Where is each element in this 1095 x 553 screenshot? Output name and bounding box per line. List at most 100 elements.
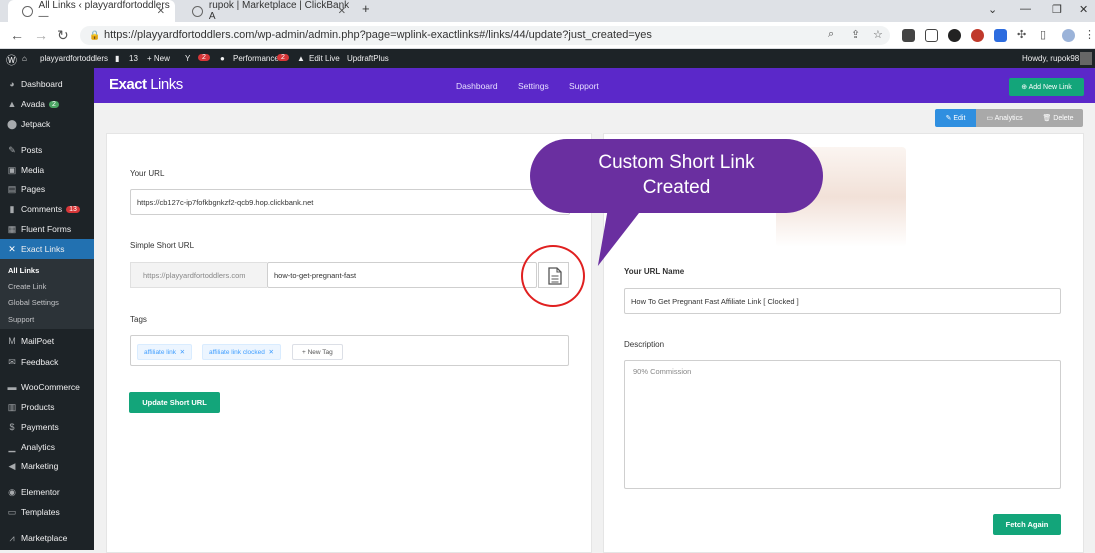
update-short-url-button[interactable]: Update Short URL [129,392,220,413]
sidebar-item-payments[interactable]: $ Payments [0,417,94,437]
submenu-create-link[interactable]: Create Link [8,282,46,291]
extension-icon[interactable] [994,29,1007,42]
submenu-all-links[interactable]: All Links [8,266,39,275]
zoom-icon[interactable]: ⌕ [828,28,834,41]
url-name-input[interactable]: How To Get Pregnant Fast Affiliate Link … [624,288,1061,314]
add-new-link-button[interactable]: ⊕ Add New Link [1009,78,1084,96]
logo-bold-text: Exact [109,76,147,93]
performance-badge: 2 [277,54,289,61]
back-icon[interactable]: ← [10,27,24,43]
comments-count[interactable]: 13 [129,54,138,63]
sidebar-item-analytics[interactable]: ▁ Analytics [0,437,94,457]
tag-chip[interactable]: affiliate link ✕ [137,344,193,360]
tag-remove-icon[interactable]: ✕ [269,348,274,356]
bookmark-star-icon[interactable]: ☆ [873,28,883,41]
sidebar-item-marketplace[interactable]: ⩘ Marketplace [0,528,94,548]
profile-avatar-icon[interactable] [1062,29,1075,42]
user-avatar[interactable] [1080,52,1092,65]
sidebar-item-pages[interactable]: ▤ Pages [0,179,94,199]
extension-icon[interactable] [925,29,938,42]
exact-links-logo[interactable]: Exact Links [109,76,183,93]
reload-icon[interactable]: ↻ [57,27,69,44]
edit-live-link[interactable]: Edit Live [309,54,340,63]
extension-icon[interactable] [948,29,961,42]
extension-icon[interactable] [902,29,915,42]
edit-button[interactable]: ✎ Edit [935,109,976,127]
sidebar-item-label: Templates [21,507,60,517]
new-content-link[interactable]: + New [147,54,170,63]
tab-close-icon[interactable]: ✕ [338,6,346,17]
site-name-link[interactable]: playyardfortoddlers [40,54,108,63]
new-tab-button[interactable]: + [362,1,370,16]
your-url-input[interactable]: https://cb127c-ip7fofkbgnkzf2-qcb9.hop.c… [130,189,570,215]
sidebar-item-media[interactable]: ▣ Media [0,160,94,180]
submenu-global-settings[interactable]: Global Settings [8,298,59,307]
nav-dashboard[interactable]: Dashboard [456,81,498,91]
new-tag-button[interactable]: + New Tag [292,344,343,360]
close-window-icon[interactable]: ✕ [1079,3,1088,16]
howdy-user-link[interactable]: Howdy, rupok98 [1022,54,1079,63]
forward-icon[interactable]: → [34,27,48,43]
short-url-slug-input[interactable]: how-to-get-pregnant-fast [267,262,537,288]
delete-button[interactable]: 🗑 Delete [1033,109,1083,127]
browser-tab-clickbank[interactable]: rupok | Marketplace | ClickBank A ✕ [178,0,356,22]
maximize-icon[interactable]: ❐ [1052,3,1062,16]
sidebar-item-avada[interactable]: ▲ Avada 2 [0,94,94,114]
nav-support[interactable]: Support [569,81,599,91]
comments-icon[interactable]: ▮ [115,54,119,63]
page-icon: ▤ [7,183,17,194]
sidebar-item-marketing[interactable]: ◀ Marketing [0,456,94,476]
sidebar-item-label: Elementor [21,487,60,497]
nav-settings[interactable]: Settings [518,81,549,91]
yoast-icon[interactable]: Y [185,54,190,63]
share-icon[interactable]: ⇪ [851,28,860,41]
performance-link[interactable]: Performance [233,54,279,63]
sidebar-item-templates[interactable]: ▭ Templates [0,502,94,522]
media-icon: ▣ [7,164,17,175]
updraft-link[interactable]: UpdraftPlus [347,54,389,63]
sidebar-item-fluent-forms[interactable]: ▦ Fluent Forms [0,219,94,239]
sidebar-item-label: Feedback [21,357,59,367]
description-textarea[interactable]: 90% Commission [624,360,1061,489]
pin-icon: ✎ [8,144,16,155]
side-panel-icon[interactable]: ▯ [1040,28,1046,41]
avada-icon: ▲ [7,99,17,109]
tab-close-icon[interactable]: ✕ [157,6,165,17]
clickbank-favicon-icon [192,5,203,17]
site-home-icon: ⌂ [22,54,27,63]
sidebar-badge: 13 [66,205,80,213]
performance-icon: ● [220,54,225,63]
sidebar-item-comments[interactable]: ▮ Comments 13 [0,199,94,219]
logo-light-text: Links [146,76,183,93]
tag-remove-icon[interactable]: ✕ [180,348,185,356]
minimize-icon[interactable]: — [1020,3,1031,15]
sidebar-item-label: Marketplace [21,533,68,543]
tags-input[interactable]: affiliate link ✕ affiliate link clocked … [130,335,569,366]
analytics-button[interactable]: ▭ Analytics [976,109,1033,127]
tab-search-icon[interactable]: ⌄ [988,3,997,16]
highlight-circle [521,245,585,307]
browser-tab-active[interactable]: All Links ‹ playyardfortoddlers — ✕ [8,0,175,22]
sidebar-item-dashboard[interactable]: ◕ Dashboard [0,74,94,94]
url-bar[interactable]: 🔒 https://playyardfortoddlers.com/wp-adm… [80,26,890,45]
sidebar-item-mailpoet[interactable]: M MailPoet [0,331,94,351]
sidebar-item-woocommerce[interactable]: ▬ WooCommerce [0,377,94,397]
extensions-puzzle-icon[interactable]: ✣ [1017,28,1026,41]
templates-icon: ▭ [7,506,17,517]
sidebar-item-jetpack[interactable]: ⬤ Jetpack [0,114,94,134]
sidebar-item-products[interactable]: ▥ Products [0,397,94,417]
sidebar-item-elementor[interactable]: ◉ Elementor [0,482,94,502]
sidebar-item-label: Products [21,402,55,412]
fetch-again-button[interactable]: Fetch Again [993,514,1061,535]
browser-tab-bar: All Links ‹ playyardfortoddlers — ✕ rupo… [0,0,1095,22]
elementor-icon: ◉ [8,486,16,497]
wordpress-logo-icon[interactable]: Ⓦ [6,52,17,68]
sidebar-item-feedback[interactable]: ✉ Feedback [0,352,94,372]
sidebar-item-posts[interactable]: ✎ Posts [0,140,94,160]
sidebar-item-label: Comments [21,204,63,214]
tag-chip[interactable]: affiliate link clocked ✕ [202,344,281,360]
extension-icon[interactable] [971,29,984,42]
menu-kebab-icon[interactable]: ⋮ [1084,28,1095,41]
submenu-support[interactable]: Support [8,315,34,324]
sidebar-item-exact-links[interactable]: ✕ Exact Links [0,239,94,259]
